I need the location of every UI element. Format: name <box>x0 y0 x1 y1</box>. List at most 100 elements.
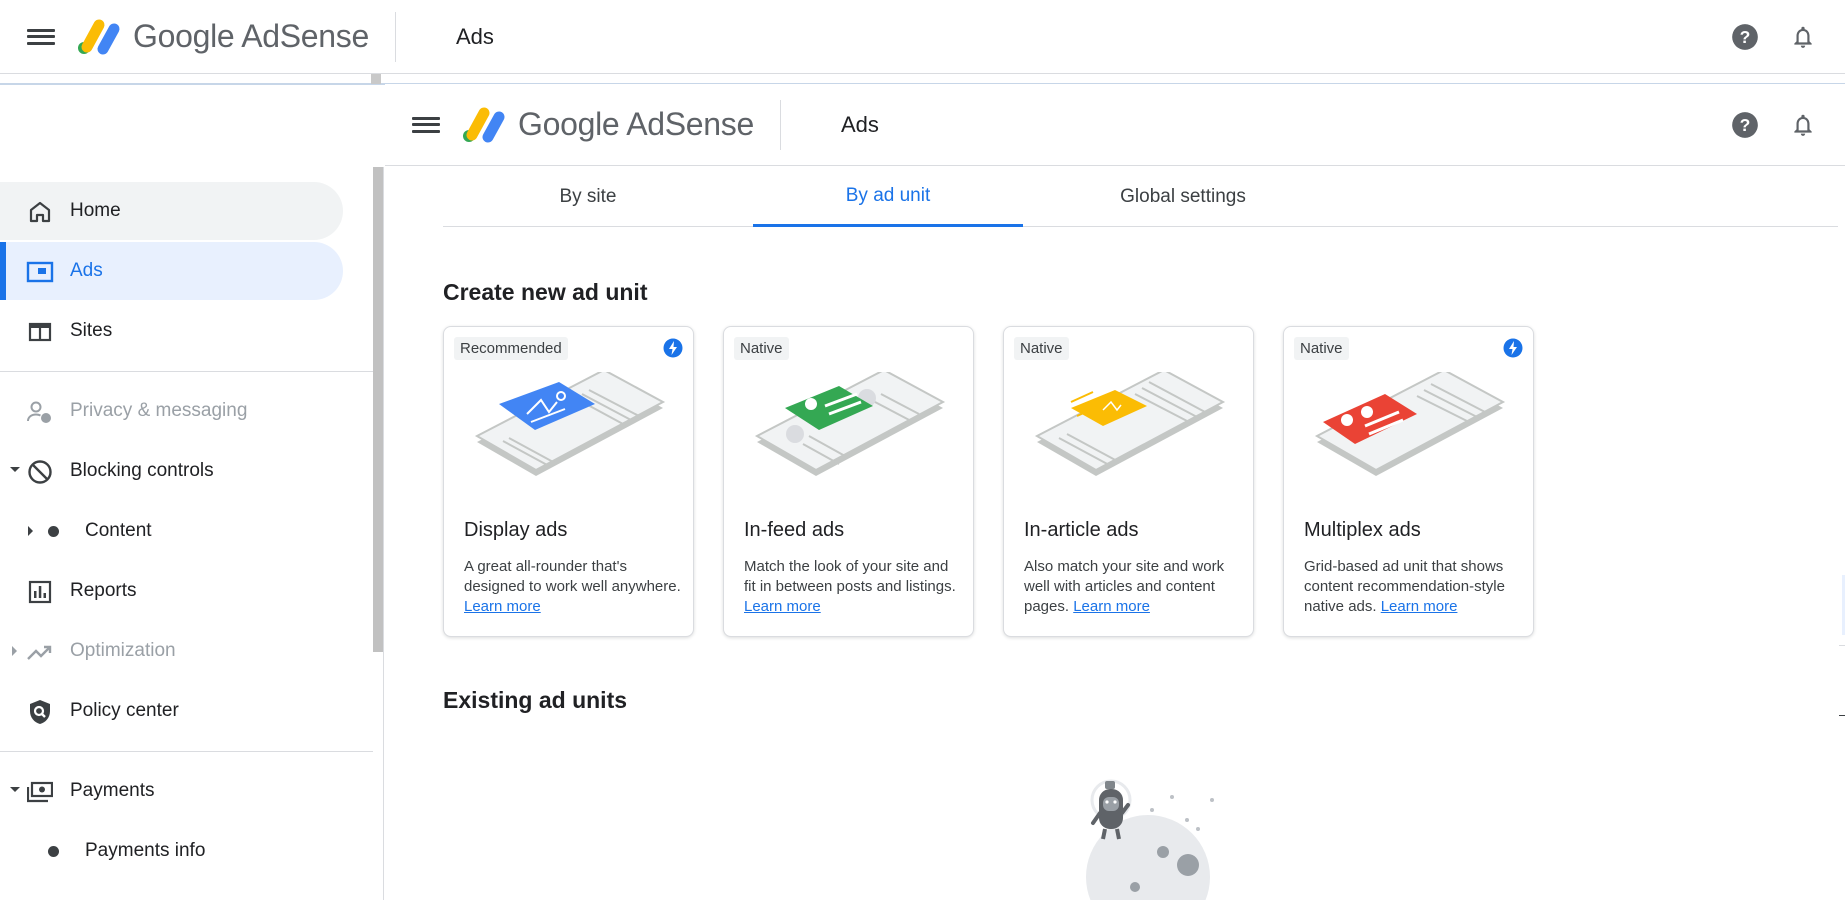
display-ads-card[interactable]: Recommended Display ads A great all-roun… <box>443 326 694 637</box>
background-menu-icon[interactable] <box>27 26 55 48</box>
sidebar-scrollbar[interactable] <box>373 167 383 652</box>
card-title: Display ads <box>464 519 568 541</box>
edge-tick <box>1839 715 1845 716</box>
block-icon <box>26 458 54 486</box>
sidebar-item-reports[interactable]: Reports <box>0 562 343 620</box>
sidebar: Home Ads Sites Privacy & messaging Block… <box>0 167 384 900</box>
sidebar-item-label: Ads <box>70 260 103 281</box>
app-bar: Google AdSense Ads ? <box>385 84 1845 166</box>
card-description: Also match your site and work well with … <box>1024 557 1242 617</box>
active-indicator <box>0 242 6 300</box>
payments-icon <box>26 778 54 806</box>
sidebar-item-blocking-controls[interactable]: Blocking controls <box>0 442 343 500</box>
sidebar-item-label: Home <box>70 200 121 221</box>
sidebar-item-label: Policy center <box>70 700 179 721</box>
expand-caret-icon[interactable] <box>12 646 17 656</box>
learn-more-link[interactable]: Learn more <box>1073 598 1150 615</box>
card-badge: Native <box>1014 337 1069 360</box>
card-description: A great all-rounder that's designed to w… <box>464 557 682 617</box>
logo[interactable]: Google AdSense <box>462 105 754 145</box>
home-icon <box>26 198 54 226</box>
bullet-icon <box>48 846 59 857</box>
sidebar-item-optimization[interactable]: Optimization <box>0 622 343 680</box>
card-title: In-feed ads <box>744 519 845 541</box>
learn-more-link[interactable]: Learn more <box>744 598 821 615</box>
card-badge: Recommended <box>454 337 568 360</box>
in-article-ads-card[interactable]: Native In-article ads Also match your si… <box>1003 326 1254 637</box>
window-overlap-strip <box>0 74 1845 85</box>
expand-caret-icon[interactable] <box>28 526 33 536</box>
create-section-title: Create new ad unit <box>443 279 648 305</box>
auto-ads-bolt-icon <box>663 338 683 358</box>
card-title: Multiplex ads <box>1304 519 1421 541</box>
sidebar-item-label: Content <box>85 520 152 541</box>
learn-more-link[interactable]: Learn more <box>464 598 541 615</box>
sites-icon <box>26 318 54 346</box>
in-feed-ads-card[interactable]: Native In-feed ads Match the look of you… <box>723 326 974 637</box>
logo-text: Google AdSense <box>518 106 754 142</box>
empty-state-moon-illustration <box>1086 779 1214 900</box>
bullet-icon <box>48 526 59 537</box>
privacy-icon <box>26 398 54 426</box>
tab-global-settings[interactable]: Global settings <box>1063 167 1303 227</box>
card-description: Grid-based ad unit that shows content re… <box>1304 557 1522 617</box>
adsense-logo-icon <box>78 19 120 54</box>
display-ads-illustration <box>474 372 666 476</box>
help-icon[interactable]: ? <box>1729 109 1761 141</box>
main-content: By site By ad unit Global settings Creat… <box>385 167 1845 900</box>
sidebar-item-label: Privacy & messaging <box>70 400 248 421</box>
sidebar-item-label: Reports <box>70 580 137 601</box>
main-menu-icon[interactable] <box>412 114 440 136</box>
sidebar-item-content[interactable]: Content <box>0 502 343 560</box>
notifications-icon[interactable] <box>1787 109 1819 141</box>
sidebar-item-payments-info[interactable]: Payments info <box>0 822 343 880</box>
tab-bar: By site By ad unit Global settings <box>443 167 1838 227</box>
divider <box>395 11 396 62</box>
reports-icon <box>26 578 54 606</box>
trending-icon <box>26 638 54 666</box>
sidebar-item-label: Payments <box>70 780 155 801</box>
sidebar-item-privacy-messaging[interactable]: Privacy & messaging <box>0 382 343 440</box>
policy-icon <box>26 698 54 726</box>
tab-by-ad-unit[interactable]: By ad unit <box>753 167 1023 227</box>
adsense-logo-icon <box>463 107 505 142</box>
sidebar-item-home[interactable]: Home <box>0 182 343 240</box>
sidebar-item-sites[interactable]: Sites <box>0 302 343 360</box>
sidebar-item-label: Blocking controls <box>70 460 214 481</box>
sidebar-item-label: Payments info <box>85 840 206 861</box>
sidebar-item-payments[interactable]: Payments <box>0 762 343 820</box>
logo-text: Google AdSense <box>133 18 369 54</box>
svg-text:?: ? <box>1740 26 1751 46</box>
edge-tick <box>1839 645 1845 646</box>
card-description-text: A great all-rounder that's designed to w… <box>464 558 681 595</box>
divider <box>780 99 781 150</box>
expand-caret-icon[interactable] <box>10 467 20 472</box>
sidebar-item-label: Sites <box>70 320 113 341</box>
in-article-ads-illustration <box>1034 372 1226 476</box>
card-badge: Native <box>734 337 789 360</box>
existing-section-title: Existing ad units <box>443 687 628 713</box>
expand-caret-icon[interactable] <box>10 787 20 792</box>
multiplex-ads-card[interactable]: Native Multiplex ads Grid-based ad unit … <box>1283 326 1534 637</box>
sidebar-item-policy-center[interactable]: Policy center <box>0 682 343 740</box>
sidebar-divider <box>0 751 373 752</box>
background-page-title: Ads <box>456 23 494 49</box>
page-title: Ads <box>841 111 879 137</box>
card-badge: Native <box>1294 337 1349 360</box>
background-logo: Google AdSense <box>77 17 369 57</box>
svg-text:?: ? <box>1740 114 1751 134</box>
ads-icon <box>26 258 54 286</box>
sidebar-item-ads[interactable]: Ads <box>0 242 343 300</box>
card-title: In-article ads <box>1024 519 1139 541</box>
learn-more-link[interactable]: Learn more <box>1381 598 1458 615</box>
sidebar-item-label: Optimization <box>70 640 176 661</box>
card-description: Match the look of your site and fit in b… <box>744 557 962 617</box>
background-app-bar: Google AdSense Ads ? <box>0 0 1845 74</box>
auto-ads-bolt-icon <box>1503 338 1523 358</box>
in-feed-ads-illustration <box>754 372 946 476</box>
sidebar-divider <box>0 371 373 372</box>
help-icon[interactable]: ? <box>1729 21 1761 53</box>
multiplex-ads-illustration <box>1314 372 1506 476</box>
notifications-icon[interactable] <box>1787 21 1819 53</box>
tab-by-site[interactable]: By site <box>503 167 673 227</box>
